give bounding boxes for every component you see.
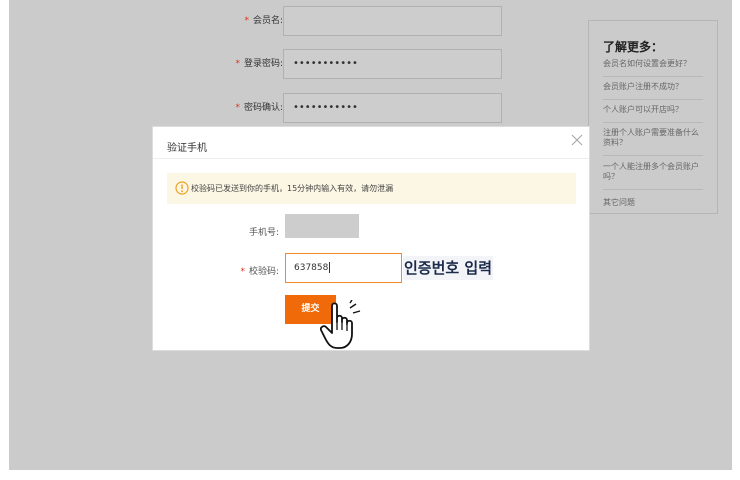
help-link[interactable]: 个人账户可以开店吗？ bbox=[603, 105, 703, 115]
login-password-input[interactable]: ••••••••••• bbox=[283, 49, 502, 79]
help-divider bbox=[603, 155, 703, 156]
help-link[interactable]: 会员账户注册不成功？ bbox=[603, 82, 703, 92]
close-icon[interactable] bbox=[570, 133, 584, 147]
confirm-password-label: * 密码确认: bbox=[235, 93, 283, 123]
help-link[interactable]: 会员名如何设置会更好？ bbox=[603, 59, 703, 69]
dialog-title: 验证手机 bbox=[167, 143, 207, 154]
member-name-input[interactable] bbox=[283, 6, 502, 36]
required-mark: * bbox=[235, 59, 240, 69]
confirm-password-label-text: 密码确认: bbox=[243, 103, 283, 113]
text-caret bbox=[329, 262, 331, 273]
login-password-label: * 登录密码: bbox=[235, 49, 283, 79]
notice-text: 校验码已发送到你的手机，15分钟内输入有效，请勿泄漏 bbox=[191, 184, 394, 193]
help-panel: 了解更多： 会员名如何设置会更好？ 会员账户注册不成功？ 个人账户可以开店吗？ … bbox=[588, 20, 718, 214]
required-mark: * bbox=[244, 16, 249, 26]
annotation-label: 인증번호 입력 bbox=[403, 256, 494, 280]
help-divider bbox=[603, 122, 703, 123]
verification-code-input[interactable]: 637858 bbox=[285, 253, 402, 283]
help-link[interactable]: 一个人能注册多个会员账户吗？ bbox=[603, 162, 703, 182]
confirm-password-row: * 密码确认: ••••••••••• bbox=[0, 93, 520, 123]
code-label: * 校验码: bbox=[219, 264, 279, 277]
help-link[interactable]: 注册个人账户需要准备什么资料？ bbox=[603, 128, 703, 148]
verify-phone-dialog: 验证手机 校验码已发送到你的手机，15分钟内输入有效，请勿泄漏 手机号: * 校验… bbox=[152, 126, 590, 351]
phone-label: 手机号: bbox=[248, 228, 279, 238]
hand-pointer-icon bbox=[320, 300, 361, 349]
member-name-row: * 会员名: bbox=[0, 6, 520, 36]
notice-banner: 校验码已发送到你的手机，15分钟内输入有效，请勿泄漏 bbox=[167, 173, 576, 204]
help-divider bbox=[603, 99, 703, 100]
login-password-label-text: 登录密码: bbox=[243, 59, 283, 69]
code-label-text: 校验码: bbox=[248, 267, 279, 277]
help-divider bbox=[603, 189, 703, 190]
page: * 会员名: * 登录密码: ••••••••••• * 密码确认: ••••••••… bbox=[0, 0, 740, 480]
required-mark: * bbox=[240, 267, 245, 277]
help-divider bbox=[603, 76, 703, 77]
phone-value-masked bbox=[285, 214, 359, 238]
warning-icon bbox=[175, 181, 189, 195]
help-link[interactable]: 其它问题 bbox=[603, 198, 703, 208]
member-name-label-text: 会员名: bbox=[252, 16, 283, 26]
member-name-label: * 会员名: bbox=[244, 6, 283, 36]
dialog-divider bbox=[153, 158, 589, 159]
code-input-value: 637858 bbox=[294, 263, 329, 273]
required-mark: * bbox=[235, 103, 240, 113]
help-title: 了解更多： bbox=[603, 40, 664, 54]
login-password-row: * 登录密码: ••••••••••• bbox=[0, 49, 520, 79]
confirm-password-input[interactable]: ••••••••••• bbox=[283, 93, 502, 123]
